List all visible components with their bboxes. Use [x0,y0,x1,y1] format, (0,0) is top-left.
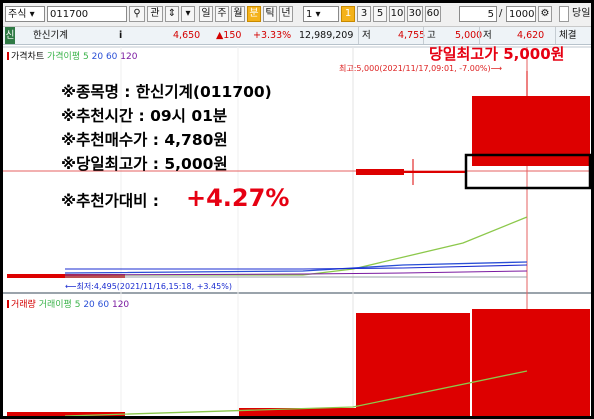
high-annotation: 최고:5,000(2021/11/17,09:01, -7.00%)⟶ [339,64,503,73]
legend-vol-ma5: 5 [74,300,81,310]
info-daily-high: ※당일최고가 : 5,000원 [61,155,228,173]
price-legend: 가격차트 가격이평 5 20 60 120 [7,49,137,62]
info-recommend-price: ※추천매수가 : 4,780원 [61,131,228,149]
legend-price: 가격차트 [11,52,45,62]
legend-ma: 가격이평 [47,52,81,62]
legend-volume: 거래량 [11,300,36,310]
legend-vol-ma20: 20 [83,300,95,310]
volume-bar-0902 [472,309,590,416]
legend-volume-ma: 거래이평 [38,300,72,310]
chart-window: 주식 ▾ 011700 ⚲ 관 ⇕ ▾ 일 주 월 분 틱 년 1 ▾ 1 3 … [3,3,591,416]
ma60-line [65,264,528,270]
legend-ma5: 5 [83,52,89,62]
legend-vol-ma120: 120 [111,300,130,310]
daily-high-title: 당일최고가 5,000원 [429,45,565,63]
volume-bar-0901 [356,313,470,416]
info-compare-label: ※추천가대비 : [61,192,159,210]
info-stock-name: ※종목명 : 한신기계(011700) [61,83,272,101]
legend-ma120: 120 [120,52,138,62]
legend-vol-ma60: 60 [97,300,110,310]
info-recommend-time: ※추천시간 : 09시 01분 [61,107,228,125]
candle-0900 [356,169,404,175]
ma20-line [64,261,528,274]
legend-ma20: 20 [91,52,104,62]
volume-legend: 거래량 거래이평 5 20 60 120 [7,297,129,310]
info-compare-pct: +4.27% [186,184,290,212]
low-annotation: ⟵최저:4,495(2021/11/16,15:18, +3.45%) [65,282,232,291]
legend-ma60: 60 [105,52,118,62]
